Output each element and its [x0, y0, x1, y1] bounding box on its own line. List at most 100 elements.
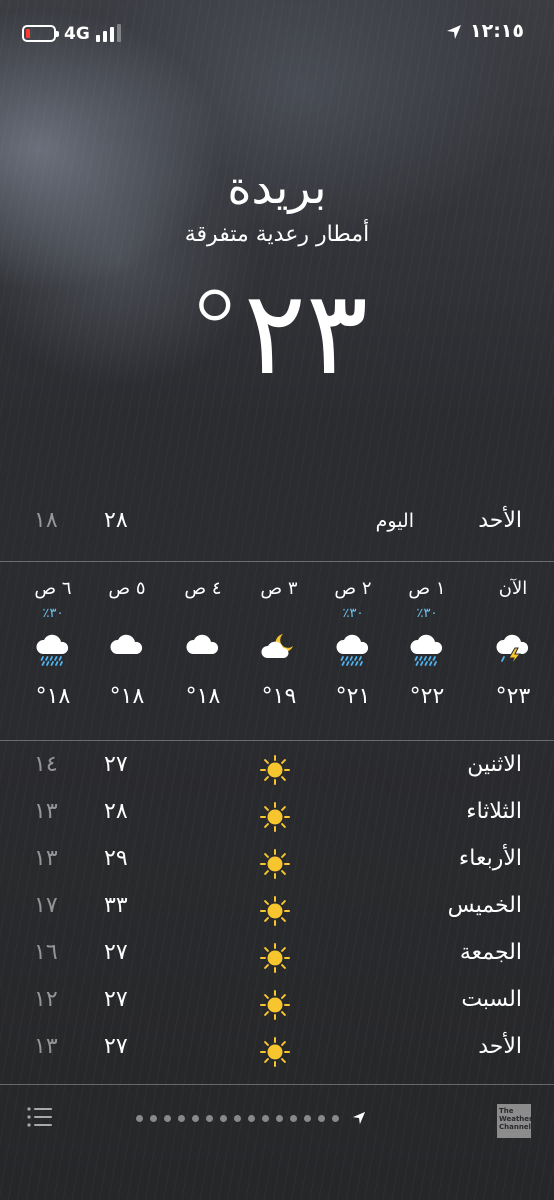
- day-high: ٢٧: [104, 940, 128, 965]
- hourly-item: ٤ ص °١٨: [166, 562, 240, 738]
- daily-row: الاثنين ٢٧ ١٤: [0, 746, 554, 793]
- page-dot[interactable]: [304, 1114, 311, 1122]
- hour-label: ٢ ص: [334, 578, 372, 599]
- city-name: بريدة: [227, 160, 327, 214]
- today-row: الأحد اليوم ٢٨ ١٨: [0, 508, 554, 548]
- cloud-icon: [183, 630, 223, 666]
- page-dot[interactable]: [164, 1114, 171, 1122]
- page-dot[interactable]: [150, 1114, 157, 1122]
- rain-cloud-icon: [407, 630, 447, 666]
- daily-row: السبت ٢٧ ١٢: [0, 981, 554, 1028]
- hour-temperature: °٢٣: [495, 684, 531, 709]
- hourly-forecast[interactable]: الآن °٢٣ ١ ص ٪٣٠ °٢٢ ٢ ص ٪٣٠ °٢١ ٣ ص °١٩ ٤ ص °١٨ ٥ ص…: [0, 562, 554, 738]
- daily-row: الثلاثاء ٢٨ ١٣: [0, 793, 554, 840]
- sun-icon: [258, 753, 292, 787]
- hour-label: ٤ ص: [184, 578, 222, 599]
- location-arrow-icon: [447, 25, 461, 39]
- rain-cloud-icon: [33, 630, 73, 666]
- day-low: ١٢: [34, 987, 58, 1012]
- day-low: ١٣: [34, 1034, 58, 1059]
- precipitation-chance: ٪٣٠: [342, 606, 364, 621]
- battery-icon: [22, 25, 59, 42]
- day-low: ١٤: [34, 752, 58, 777]
- day-high: ٢٨: [104, 799, 128, 824]
- hourly-item: ٦ ص ٪٣٠ °١٨: [16, 562, 90, 738]
- hourly-item: ٥ ص °١٨: [90, 562, 164, 738]
- rain-cloud-icon: [333, 630, 373, 666]
- day-high: ٢٧: [104, 1034, 128, 1059]
- day-high: ٢٧: [104, 752, 128, 777]
- hourly-item: ١ ص ٪٣٠ °٢٢: [390, 562, 464, 738]
- page-dot[interactable]: [178, 1114, 185, 1122]
- day-name: الأحد: [478, 1034, 522, 1059]
- hourly-item: ٣ ص °١٩: [242, 562, 316, 738]
- page-dot[interactable]: [276, 1114, 283, 1122]
- network-type: 4G: [64, 24, 90, 44]
- hour-temperature: °١٨: [185, 684, 221, 709]
- cloud-icon: [107, 630, 147, 666]
- page-dot[interactable]: [136, 1114, 143, 1122]
- sun-icon: [258, 894, 292, 928]
- day-low: ١٣: [34, 799, 58, 824]
- page-dot[interactable]: [192, 1114, 199, 1122]
- day-high: ٢٧: [104, 987, 128, 1012]
- signal-bars-icon: [96, 24, 122, 42]
- daily-row: الأحد ٢٧ ١٣: [0, 1028, 554, 1075]
- status-time: ١٢:١٥: [470, 20, 524, 42]
- current-location-icon: [352, 1111, 366, 1125]
- sun-icon: [258, 1035, 292, 1069]
- daily-row: الأربعاء ٢٩ ١٣: [0, 840, 554, 887]
- day-name: السبت: [461, 987, 522, 1012]
- sun-icon: [258, 988, 292, 1022]
- current-temperature: °٢٣: [185, 266, 369, 401]
- today-label: اليوم: [375, 510, 414, 532]
- page-dot[interactable]: [234, 1114, 241, 1122]
- day-high: ٢٩: [104, 846, 128, 871]
- sun-icon: [258, 847, 292, 881]
- page-dot[interactable]: [290, 1114, 297, 1122]
- hour-label: الآن: [498, 578, 528, 599]
- bottom-bar: The Weather Channel: [0, 1086, 554, 1200]
- page-dot[interactable]: [206, 1114, 213, 1122]
- status-bar: 4G ١٢:١٥: [0, 0, 554, 60]
- divider: [0, 740, 554, 741]
- hour-temperature: °١٨: [35, 684, 71, 709]
- current-condition: أمطار رعدية متفرقة: [184, 222, 370, 247]
- day-low: ١٦: [34, 940, 58, 965]
- page-dot[interactable]: [332, 1114, 339, 1122]
- day-name: الجمعة: [459, 940, 522, 965]
- hour-temperature: °١٨: [109, 684, 145, 709]
- city-list-icon[interactable]: [26, 1106, 52, 1128]
- precipitation-chance: ٪٣٠: [416, 606, 438, 621]
- daily-row: الجمعة ٢٧ ١٦: [0, 934, 554, 981]
- day-name: الأربعاء: [458, 846, 522, 871]
- thunderstorm-icon: [493, 630, 533, 666]
- day-name: الخميس: [447, 893, 522, 918]
- hour-label: ٦ ص: [34, 578, 72, 599]
- today-low: ١٨: [34, 508, 58, 533]
- hour-label: ١ ص: [408, 578, 446, 599]
- day-name: الاثنين: [467, 752, 522, 777]
- divider: [0, 1084, 554, 1085]
- day-low: ١٣: [34, 846, 58, 871]
- hourly-item: الآن °٢٣: [476, 562, 550, 738]
- daily-row: الخميس ٣٣ ١٧: [0, 887, 554, 934]
- precipitation-chance: ٪٣٠: [42, 606, 64, 621]
- page-indicator[interactable]: [136, 1111, 366, 1125]
- page-dot[interactable]: [220, 1114, 227, 1122]
- day-high: ٣٣: [104, 893, 128, 918]
- day-low: ١٧: [34, 893, 58, 918]
- hour-label: ٥ ص: [108, 578, 146, 599]
- hour-temperature: °٢٢: [409, 684, 445, 709]
- sun-icon: [258, 941, 292, 975]
- hour-label: ٣ ص: [260, 578, 298, 599]
- hourly-item: ٢ ص ٪٣٠ °٢١: [316, 562, 390, 738]
- page-dot[interactable]: [262, 1114, 269, 1122]
- hour-temperature: °١٩: [261, 684, 297, 709]
- page-dot[interactable]: [318, 1114, 325, 1122]
- weather-channel-logo[interactable]: The Weather Channel: [497, 1104, 532, 1138]
- sun-icon: [258, 800, 292, 834]
- day-name: الثلاثاء: [466, 799, 522, 824]
- today-day-name: الأحد: [478, 508, 522, 533]
- page-dot[interactable]: [248, 1114, 255, 1122]
